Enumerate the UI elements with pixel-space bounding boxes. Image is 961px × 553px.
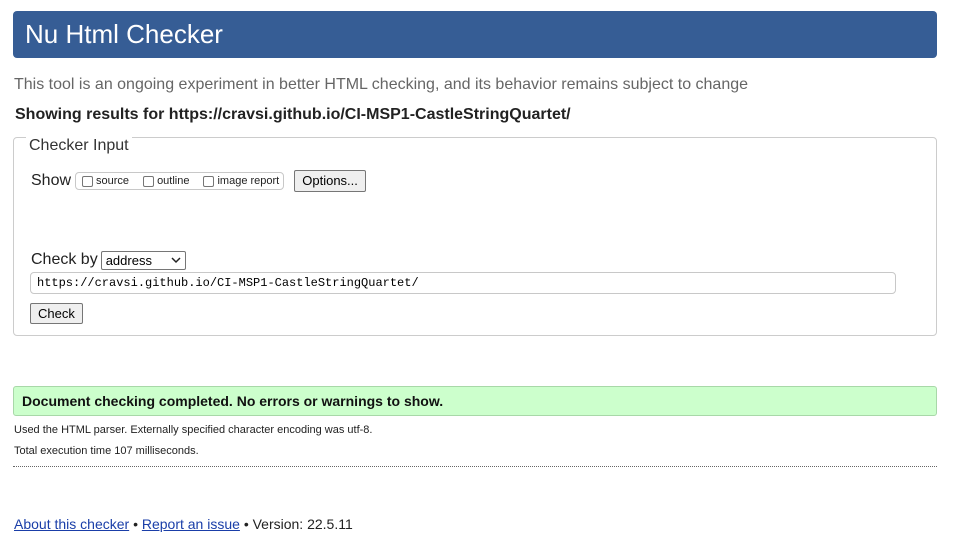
success-message: Document checking completed. No errors o… — [22, 393, 444, 409]
about-checker-link[interactable]: About this checker — [14, 516, 129, 532]
check-by-selected-value: address — [105, 252, 152, 268]
show-options-row: Show source outline image report Options… — [31, 170, 366, 192]
page-title: Nu Html Checker — [25, 19, 223, 49]
show-checkbox-group: source outline image report — [75, 172, 285, 190]
version-text: Version: 22.5.11 — [252, 516, 353, 532]
success-message-box: Document checking completed. No errors o… — [13, 386, 937, 416]
check-by-row: Check by address — [31, 250, 186, 270]
url-input[interactable]: https://cravsi.github.io/CI-MSP1-CastleS… — [30, 272, 896, 294]
check-button[interactable]: Check — [30, 303, 83, 324]
results-for-heading: Showing results for https://cravsi.githu… — [15, 106, 571, 123]
footer-separator: • — [133, 516, 138, 532]
outline-checkbox[interactable] — [143, 175, 155, 187]
show-image-report-option[interactable]: image report — [199, 175, 279, 187]
header-bar: Nu Html Checker — [13, 11, 937, 58]
source-checkbox[interactable] — [82, 175, 94, 187]
execution-time-text: Total execution time 107 milliseconds. — [14, 445, 199, 457]
show-label: Show — [31, 172, 72, 189]
divider — [13, 466, 937, 467]
checker-input-legend: Checker Input — [26, 137, 132, 155]
outline-checkbox-label: outline — [157, 175, 190, 187]
options-button[interactable]: Options... — [294, 170, 366, 192]
intro-text: This tool is an ongoing experiment in be… — [14, 76, 749, 93]
page: Nu Html Checker This tool is an ongoing … — [0, 0, 961, 553]
checker-input-fieldset: Checker Input Show source outline image … — [13, 137, 937, 336]
image-report-checkbox[interactable] — [203, 175, 215, 187]
footer-separator: • — [243, 516, 249, 532]
check-by-select[interactable]: address — [100, 250, 186, 270]
footer: About this checker • Report an issue • V… — [14, 516, 353, 532]
parser-info-text: Used the HTML parser. Externally specifi… — [14, 424, 373, 436]
chevron-down-icon — [171, 256, 181, 263]
image-report-checkbox-label: image report — [217, 175, 280, 187]
show-outline-option[interactable]: outline — [139, 175, 189, 187]
source-checkbox-label: source — [96, 175, 130, 187]
check-by-label: Check by — [31, 251, 98, 268]
report-issue-link[interactable]: Report an issue — [142, 516, 240, 532]
show-source-option[interactable]: source — [78, 175, 129, 187]
